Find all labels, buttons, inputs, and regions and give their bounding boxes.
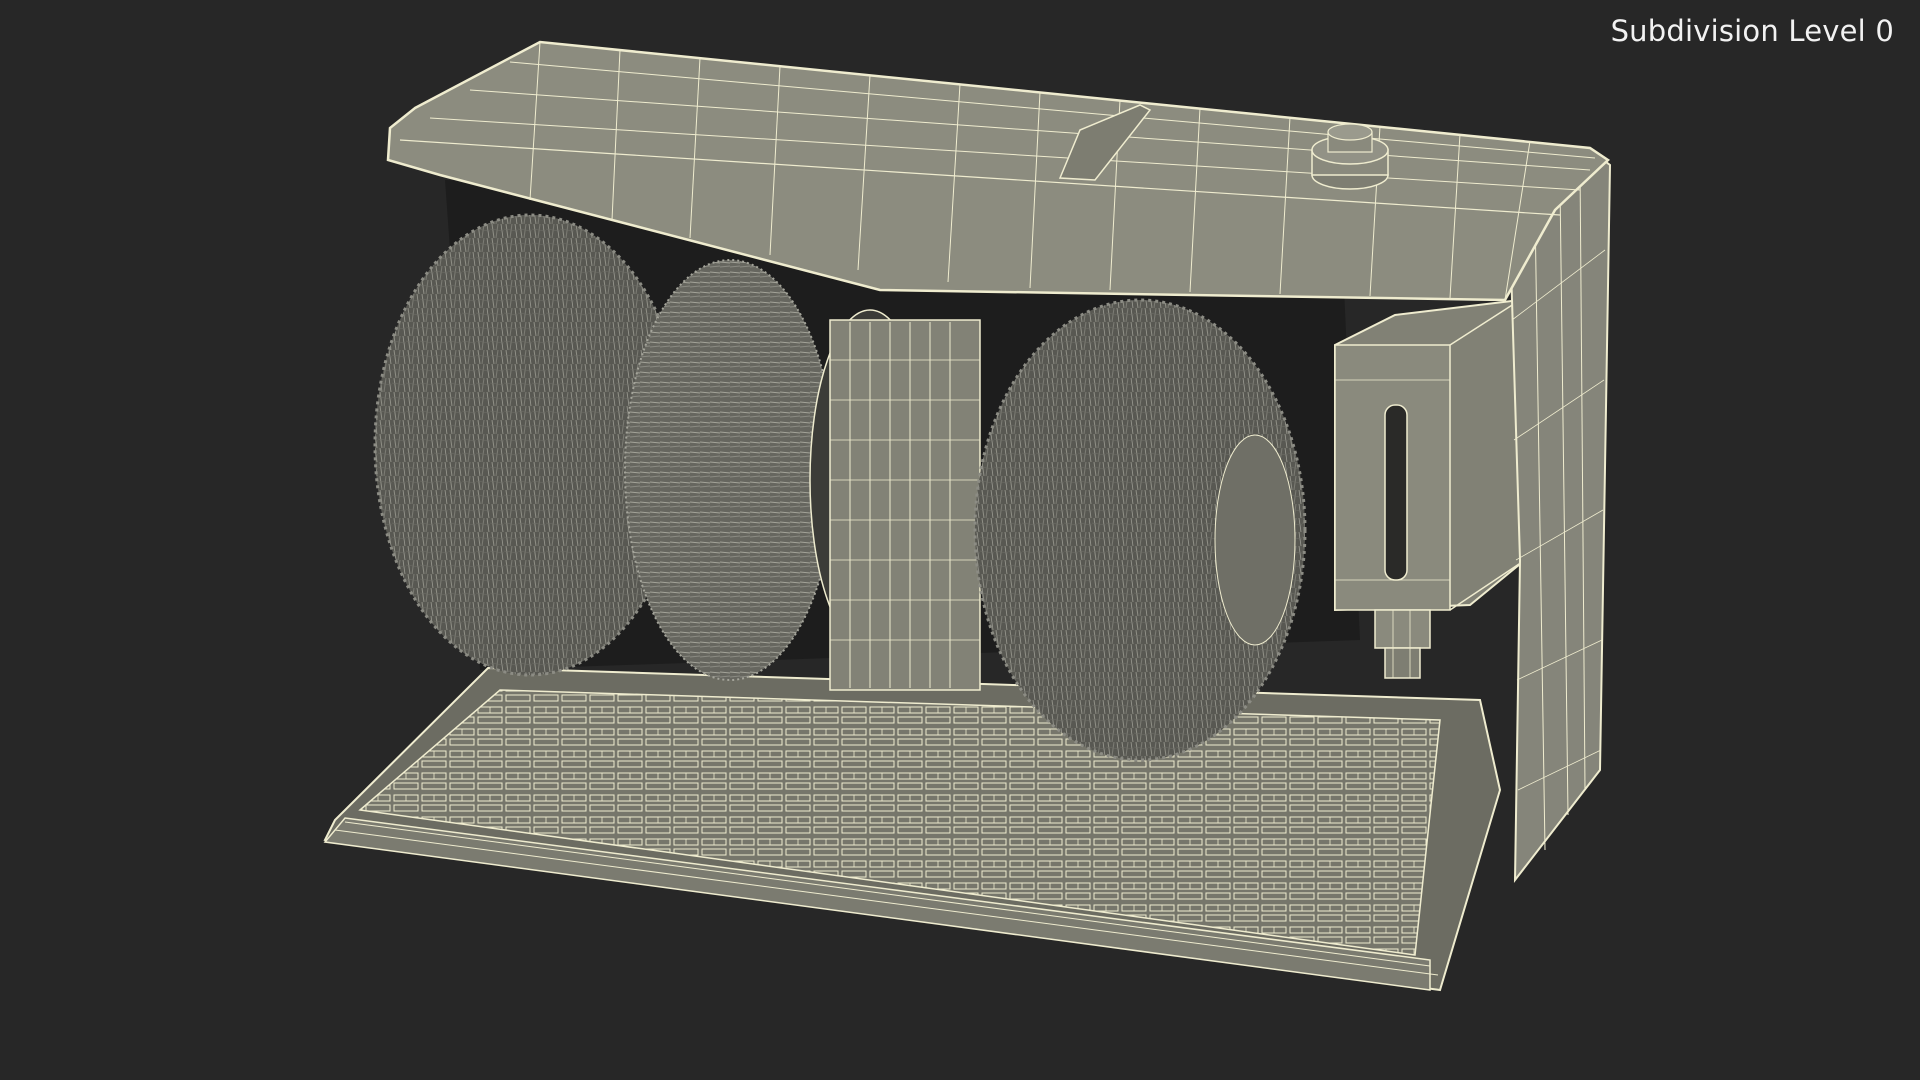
base-tray [323, 666, 1502, 992]
shoe-polisher-wireframe-render [323, 40, 1612, 992]
center-drum [809, 309, 981, 691]
polish-dispenser [1334, 298, 1527, 679]
viewport[interactable]: Subdivision Level 0 [0, 0, 1920, 1080]
right-brush [973, 298, 1307, 762]
second-brush [624, 259, 836, 681]
